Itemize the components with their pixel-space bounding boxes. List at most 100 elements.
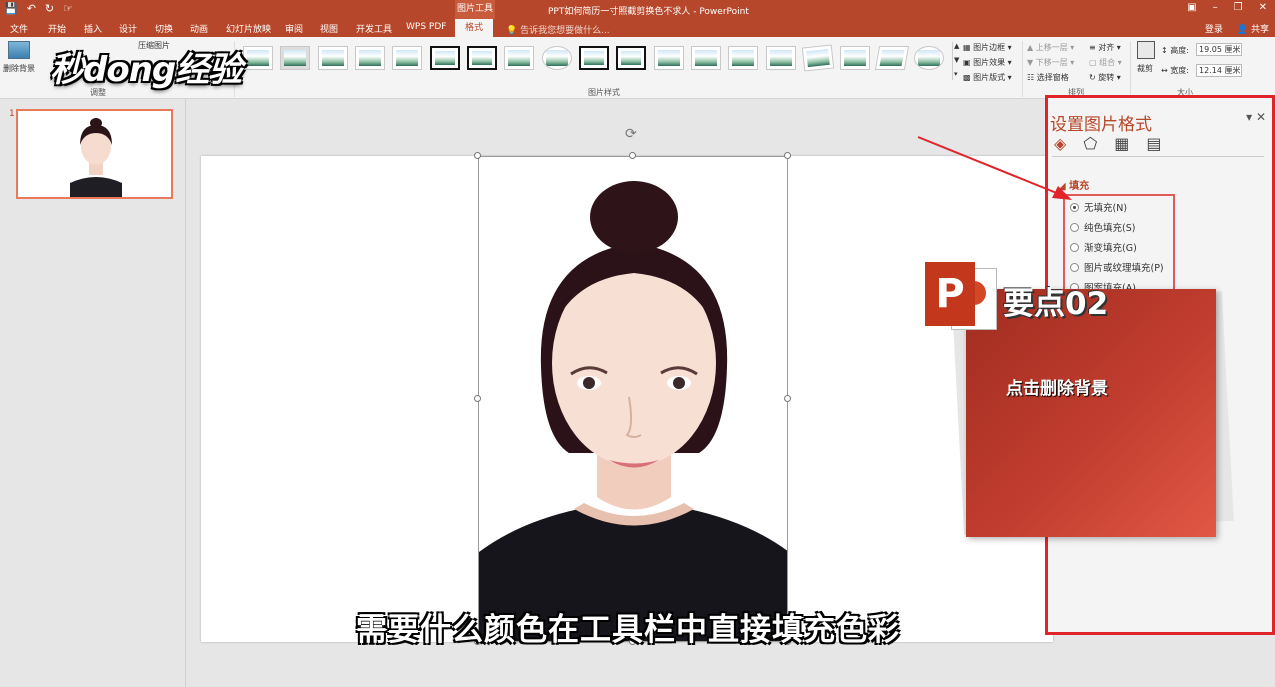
touch-icon[interactable]: ☞: [63, 2, 73, 15]
crop-icon[interactable]: [1137, 41, 1155, 59]
picture-fill-label: 图片或纹理填充(P): [1084, 263, 1164, 274]
resize-handle-w[interactable]: [474, 395, 481, 402]
solid-fill-option[interactable]: 纯色填充(S): [1070, 220, 1135, 234]
pane-divider: [1052, 156, 1264, 157]
tab-slideshow[interactable]: 幻灯片放映: [226, 22, 271, 35]
pane-close-icon[interactable]: ✕: [1256, 110, 1266, 124]
tab-home[interactable]: 开始: [48, 22, 66, 35]
tab-wps-pdf[interactable]: WPS PDF: [406, 22, 446, 32]
slide-thumbnail[interactable]: [16, 109, 173, 199]
tab-insert[interactable]: 插入: [84, 22, 102, 35]
no-fill-label: 无填充(N): [1084, 203, 1128, 214]
undo-icon[interactable]: ↶: [27, 2, 36, 15]
chevron-up-icon[interactable]: ▲: [954, 42, 959, 50]
picture-style-8[interactable]: [504, 46, 534, 70]
picture-style-17[interactable]: [840, 46, 870, 70]
picture-style-5[interactable]: [392, 46, 422, 70]
picture-style-18[interactable]: [874, 46, 910, 70]
more-icon[interactable]: ▾: [954, 70, 958, 78]
radio-solid-fill[interactable]: [1070, 222, 1079, 232]
radio-picture-fill[interactable]: [1070, 262, 1079, 272]
height-label-text: 高度:: [1170, 46, 1189, 55]
rotate-handle-icon[interactable]: ⟳: [625, 126, 637, 142]
keypoint-title: 要点02: [1003, 286, 1109, 322]
watermark-logo: 秒dong经验: [50, 50, 242, 90]
height-field[interactable]: 19.05 厘米: [1196, 43, 1242, 56]
tell-me-search[interactable]: 💡 告诉我您想要做什么...: [506, 23, 610, 36]
size-properties-icon[interactable]: ▦: [1114, 134, 1129, 153]
login-link[interactable]: 登录: [1205, 22, 1223, 35]
ribbon-display-icon[interactable]: ▣: [1187, 2, 1196, 13]
group-button[interactable]: ▢ 组合 ▾: [1089, 57, 1122, 68]
video-subtitle: 需要什么颜色在工具栏中直接填充色彩: [356, 612, 900, 648]
tab-file[interactable]: 文件: [10, 22, 28, 35]
radio-gradient-fill[interactable]: [1070, 242, 1079, 252]
tab-animations[interactable]: 动画: [190, 22, 208, 35]
tab-developer[interactable]: 开发工具: [356, 22, 392, 35]
resize-handle-e[interactable]: [784, 395, 791, 402]
picture-style-6[interactable]: [430, 46, 460, 70]
redo-icon[interactable]: ↻: [45, 2, 54, 15]
picture-style-10[interactable]: [579, 46, 609, 70]
width-label: ↔ 宽度:: [1161, 66, 1189, 75]
resize-handle-n[interactable]: [629, 152, 636, 159]
pane-options-icon[interactable]: ▾: [1246, 110, 1252, 124]
picture-layout-label: 图片版式: [973, 73, 1006, 82]
picture-style-3[interactable]: [318, 46, 348, 70]
picture-effects-button[interactable]: ▣ 图片效果 ▾: [963, 57, 1012, 68]
chevron-down-icon[interactable]: ▼: [954, 56, 959, 64]
tab-format[interactable]: 格式: [455, 19, 494, 37]
fill-section-header[interactable]: ◢ 填充: [1058, 177, 1089, 192]
restore-icon[interactable]: ❐: [1234, 2, 1243, 13]
slide-thumbnail-pane: 1: [0, 99, 186, 687]
close-icon[interactable]: ✕: [1259, 2, 1267, 13]
resize-handle-ne[interactable]: [784, 152, 791, 159]
picture-style-4[interactable]: [355, 46, 385, 70]
picture-style-13[interactable]: [691, 46, 721, 70]
share-button[interactable]: 👤 共享: [1237, 22, 1269, 35]
picture-style-7[interactable]: [467, 46, 497, 70]
picture-style-12[interactable]: [654, 46, 684, 70]
powerpoint-logo-icon: P: [925, 262, 1003, 338]
tab-review[interactable]: 审阅: [285, 22, 303, 35]
tab-transitions[interactable]: 切换: [155, 22, 173, 35]
picture-style-2[interactable]: [280, 46, 310, 70]
gradient-fill-option[interactable]: 渐变填充(G): [1070, 240, 1137, 254]
gallery-scroll[interactable]: ▲ ▼ ▾: [952, 42, 960, 80]
picture-border-button[interactable]: ▦ 图片边框 ▾: [963, 42, 1012, 53]
picture-style-1[interactable]: [243, 46, 273, 70]
align-button[interactable]: ≡ 对齐 ▾: [1089, 42, 1121, 53]
picture-style-19[interactable]: [914, 46, 944, 70]
send-backward-button[interactable]: ▼ 下移一层 ▾: [1027, 57, 1074, 68]
powerpoint-badge: P: [925, 262, 975, 326]
group-styles-label: 图片样式: [588, 88, 620, 97]
width-field[interactable]: 12.14 厘米: [1196, 64, 1242, 77]
tab-view[interactable]: 视图: [320, 22, 338, 35]
portrait-picture[interactable]: [478, 156, 788, 642]
picture-layout-button[interactable]: ▩ 图片版式 ▾: [963, 72, 1012, 83]
no-fill-option[interactable]: 无填充(N): [1070, 200, 1127, 214]
picture-texture-fill-option[interactable]: 图片或纹理填充(P): [1070, 260, 1164, 274]
radio-no-fill[interactable]: [1070, 202, 1079, 212]
resize-handle-nw[interactable]: [474, 152, 481, 159]
account-area: 登录 👤 共享: [1205, 22, 1269, 35]
effects-icon[interactable]: ⬠: [1083, 134, 1097, 153]
picture-style-16[interactable]: [801, 44, 835, 72]
tab-design[interactable]: 设计: [119, 22, 137, 35]
fill-line-icon[interactable]: ◈: [1054, 134, 1066, 153]
selection-pane-button[interactable]: ☷ 选择窗格: [1027, 72, 1069, 83]
picture-tools-label: 图片工具: [455, 0, 495, 19]
minimize-icon[interactable]: –: [1213, 2, 1218, 13]
remove-background-icon[interactable]: [8, 41, 30, 59]
bring-forward-button[interactable]: ▲ 上移一层 ▾: [1027, 42, 1074, 53]
picture-effects-label: 图片效果: [973, 58, 1006, 67]
picture-style-15[interactable]: [766, 46, 796, 70]
remove-background-button[interactable]: 删除背景: [3, 63, 35, 74]
picture-style-11[interactable]: [616, 46, 646, 70]
picture-style-9[interactable]: [542, 46, 572, 70]
crop-button[interactable]: 裁剪: [1137, 63, 1153, 74]
save-icon[interactable]: 💾: [4, 2, 18, 15]
picture-icon[interactable]: ▤: [1146, 134, 1161, 153]
picture-style-14[interactable]: [728, 46, 758, 70]
rotate-button[interactable]: ↻ 旋转 ▾: [1089, 72, 1121, 83]
